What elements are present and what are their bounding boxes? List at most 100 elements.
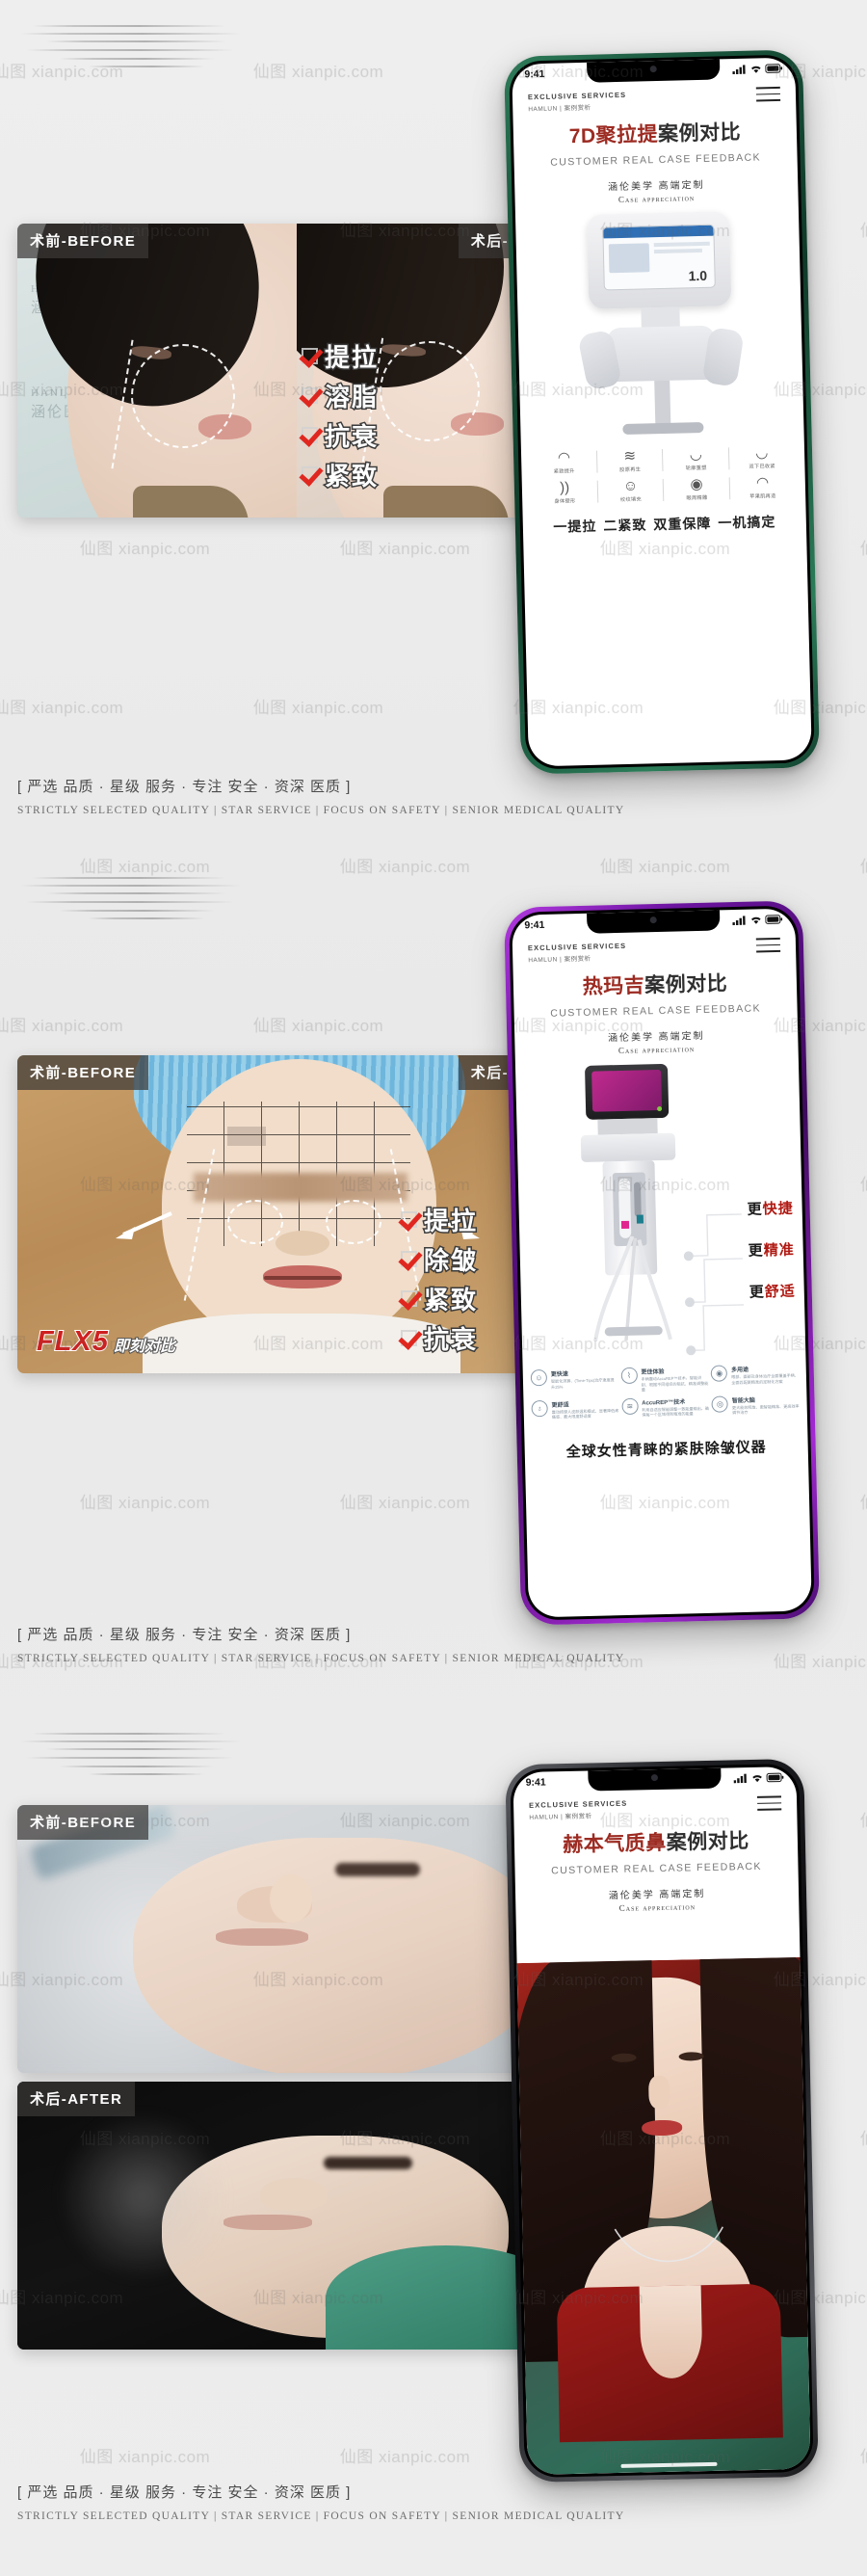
accurep-icon: ≋ xyxy=(621,1397,639,1415)
phone-screen: 9:41 EXCLUSIVE SERVICES HAMLUN | 案例赏析 xyxy=(512,1766,811,2475)
hamburger-menu-icon[interactable] xyxy=(755,937,781,957)
case-section-7d: HANLUN B. 涵伦医疗 HANLUN B. 涵伦医疗 xyxy=(0,0,867,858)
feature-highlight-list: 更快捷 更精准 更舒适 xyxy=(683,1198,796,1356)
footer-en: STRICTLY SELECTED QUALITY | STAR SERVICE… xyxy=(17,2510,625,2522)
checklist-item: 溶脂 xyxy=(302,378,379,413)
benefit-checklist-thermage: 提拉 除皱 紧致 抗衰 xyxy=(401,1202,478,1360)
feature-icon-cell: ≋ 胶原再生 xyxy=(596,445,663,477)
footer-cn: [ 严选 品质 · 星级 服务 · 专注 安全 · 资深 医质 ] xyxy=(17,1627,352,1643)
page-subtitle: CUSTOMER REAL CASE FEEDBACK xyxy=(550,151,762,169)
signal-icon xyxy=(733,1773,747,1784)
speed-icon: ☺ xyxy=(530,1368,548,1387)
phone-mockup-7d: 9:41 EXCLUSIVE SERVICES HAMLUN | 案例赏析 7D… xyxy=(503,49,821,775)
after-photo-nose: 术后-AFTER xyxy=(17,2082,576,2350)
bullet-item: ⌇ 更佳体验 手柄震动AccuREP™技术，智能识别、根据不同组织的阻抗、精准调整能… xyxy=(620,1366,708,1394)
bullet-item: ◎ 智能大脑 更大能效释放、更智能精准、更高效率调节治疗 xyxy=(711,1394,800,1416)
page-subtitle: CUSTOMER REAL CASE FEEDBACK xyxy=(550,1002,762,1020)
wrinkle-fill-icon: ☺ xyxy=(622,477,639,494)
contour-icon: ◡ xyxy=(689,445,703,464)
checklist-item: 抗衰 xyxy=(401,1320,478,1356)
checklist-item: 紧致 xyxy=(302,457,379,492)
feature-item: 更舒适 xyxy=(749,1283,796,1301)
case-section-nose: 术前-BEFORE 术后-AFTER 9:41 EXCLUSIVE SERVIC… xyxy=(0,1715,867,2576)
brand-name-en: EXCLUSIVE SERVICES xyxy=(527,941,627,953)
brand-name-en: EXCLUSIVE SERVICES xyxy=(529,1798,628,1810)
check-icon xyxy=(401,1251,417,1267)
hamburger-menu-icon[interactable] xyxy=(756,1795,782,1815)
check-icon xyxy=(401,1330,417,1346)
tighten-lift-icon: ◠ xyxy=(557,449,571,466)
bullet-item: ◉ 多用途 眼部、面部及身体治疗全面覆盖手柄、全面匹配更精准的定制化方案 xyxy=(710,1364,799,1392)
footer-en: STRICTLY SELECTED QUALITY | STAR SERVICE… xyxy=(17,1653,625,1664)
before-label: 术前-BEFORE xyxy=(17,1055,149,1090)
page-title: 赫本气质鼻案例对比 xyxy=(562,1830,749,1857)
nose-before-content xyxy=(17,1805,576,2073)
checklist-item: 提拉 xyxy=(302,338,379,374)
nose-after-content xyxy=(17,2082,576,2350)
benefit-checklist-7d: 提拉 溶脂 抗衰 紧致 xyxy=(302,338,379,496)
brush-stroke-decoration xyxy=(21,1729,243,1781)
page-subtitle: CUSTOMER REAL CASE FEEDBACK xyxy=(551,1860,762,1877)
case-section-thermage: 术前-BEFORE 术后-AFTER 提拉 除皱 紧致 抗衰 xyxy=(0,858,867,1715)
brand-name-en: EXCLUSIVE SERVICES xyxy=(527,90,627,102)
check-icon xyxy=(302,427,318,443)
feature-icon-cell: ☺ 纹纹填充 xyxy=(597,475,664,507)
battery-icon xyxy=(766,1772,784,1783)
phone-screen: 9:41 EXCLUSIVE SERVICES HAMLUN | 案例赏析 xyxy=(512,908,812,1618)
page-title: 热玛吉案例对比 xyxy=(582,972,728,998)
handpiece-icon: ⌇ xyxy=(620,1367,638,1385)
bottom-slogan-7d: 一提拉 二紧致 双重保障 一机搞定 xyxy=(553,514,776,535)
after-label: 术后-AFTER xyxy=(17,2082,136,2116)
collagen-icon: ≋ xyxy=(623,447,637,465)
wifi-icon xyxy=(751,916,761,924)
bottom-slogan-thermage: 全球女性青睐的紧肤除皱仪器 xyxy=(565,1438,767,1461)
poster-page: HANLUN B. 涵伦医疗 HANLUN B. 涵伦医疗 xyxy=(0,0,867,2576)
feature-icon-cell: ◠ 紧致提升 xyxy=(531,447,597,479)
status-time: 9:41 xyxy=(525,1776,546,1789)
signal-icon xyxy=(732,916,746,926)
battery-icon xyxy=(765,915,783,924)
footer-en: STRICTLY SELECTED QUALITY | STAR SERVICE… xyxy=(17,805,625,816)
feature-icon-cell: )) 身体塑形 xyxy=(532,477,598,509)
cheek-icon: ◠ xyxy=(755,474,770,491)
checklist-item: 除皱 xyxy=(401,1241,478,1277)
body-shaping-icon: )) xyxy=(559,479,570,496)
before-after-photo-7d: HANLUN B. 涵伦医疗 HANLUN B. 涵伦医疗 xyxy=(17,224,576,518)
device-illustration-7d: 1.0 xyxy=(553,210,766,441)
phone-mockup-thermage: 9:41 EXCLUSIVE SERVICES HAMLUN | 案例赏析 热玛… xyxy=(503,900,821,1626)
hamburger-menu-icon[interactable] xyxy=(755,86,781,106)
wifi-icon xyxy=(751,66,761,73)
feature-item: 更快捷 xyxy=(747,1200,794,1218)
feature-icon-cell: ◠ 苹果肌再造 xyxy=(729,472,796,504)
footer-cn: [ 严选 品质 · 星级 服务 · 专注 安全 · 资深 医质 ] xyxy=(17,779,352,795)
check-icon xyxy=(302,348,318,364)
double-chin-icon: ◡ xyxy=(755,444,769,462)
checklist-item: 紧致 xyxy=(401,1281,478,1316)
flx5-badge: FLX5 即刻对比 xyxy=(36,1325,176,1358)
footer-quality-strip-3: [ 严选 品质 · 星级 服务 · 专注 安全 · 资深 医质 ] STRICT… xyxy=(17,2482,624,2522)
feature-item: 更精准 xyxy=(748,1241,795,1260)
comfort-icon: ♁ xyxy=(531,1399,548,1417)
multiuse-icon: ◉ xyxy=(710,1365,728,1382)
checklist-item: 抗衰 xyxy=(302,417,379,453)
check-icon xyxy=(302,387,318,404)
feature-icon-cell: ◡ 轮廓重塑 xyxy=(663,443,729,475)
smart-brain-icon: ◎ xyxy=(711,1394,729,1413)
check-icon xyxy=(401,1290,417,1307)
footer-cn: [ 严选 品质 · 星级 服务 · 专注 安全 · 资深 医质 ] xyxy=(17,2484,352,2501)
check-icon xyxy=(302,466,318,483)
battery-icon xyxy=(765,64,783,73)
footer-quality-strip-1: [ 严选 品质 · 星级 服务 · 专注 安全 · 资深 医质 ] STRICT… xyxy=(17,776,624,816)
checklist-item: 提拉 xyxy=(401,1202,478,1237)
before-label: 术前-BEFORE xyxy=(17,224,149,258)
wifi-icon xyxy=(752,1775,762,1783)
before-label: 术前-BEFORE xyxy=(17,1805,149,1840)
bullet-item: ♁ 更舒适 震动按摩人皮肤温和模式、显著降低疼痛感、最大限度舒适度 xyxy=(531,1398,618,1421)
brush-stroke-decoration xyxy=(21,21,243,73)
brand-name-cn: HAMLUN | 案例赏析 xyxy=(528,104,591,114)
phone-screen: 9:41 EXCLUSIVE SERVICES HAMLUN | 案例赏析 xyxy=(512,57,812,767)
model-photo xyxy=(516,1956,811,2475)
before-after-photo-thermage: 术前-BEFORE 术后-AFTER 提拉 除皱 紧致 抗衰 xyxy=(17,1055,576,1373)
before-photo-nose: 术前-BEFORE xyxy=(17,1805,576,2073)
status-time: 9:41 xyxy=(524,918,545,932)
